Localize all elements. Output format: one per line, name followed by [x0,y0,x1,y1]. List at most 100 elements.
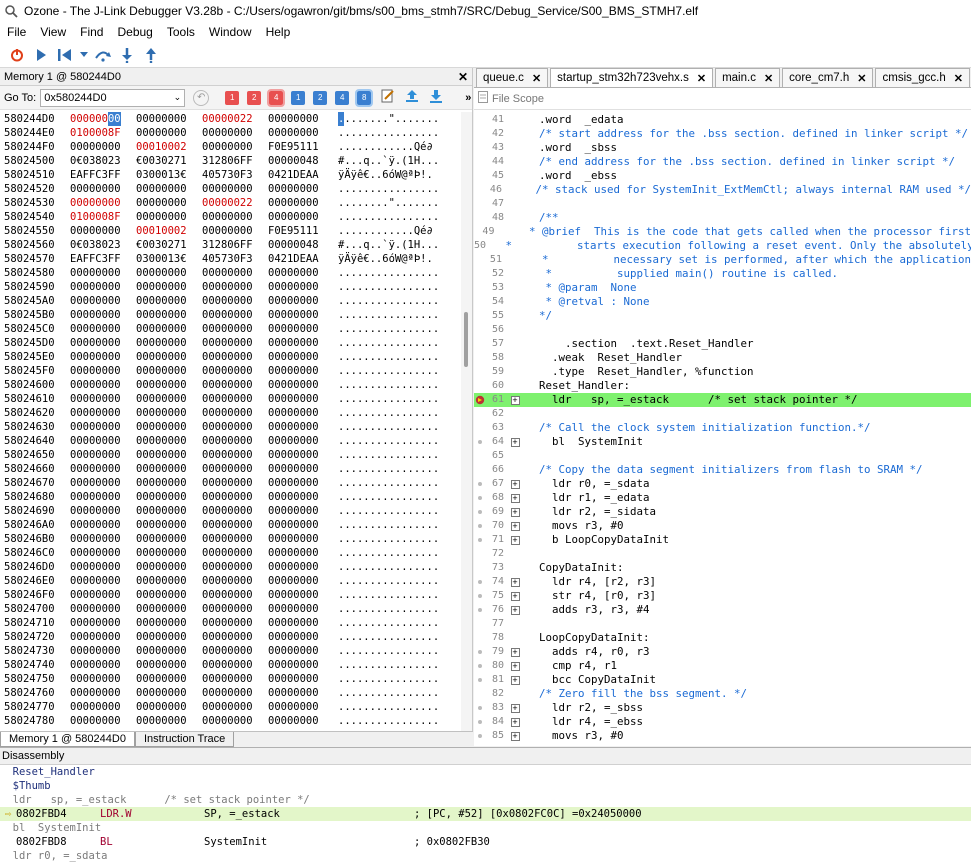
memory-word[interactable]: 00000022 [202,196,268,210]
memory-word[interactable]: 00000000 [70,350,136,364]
memory-word[interactable]: 00000000 [268,658,334,672]
tab-queue-c[interactable]: queue.c ✕ [476,68,549,87]
memory-word[interactable]: 00000000 [70,196,136,210]
memory-word[interactable]: 00000000 [136,406,202,420]
disassembly-instruction[interactable]: ⇨ 0802FBD4 LDR.W SP, =_estack ; [PC, #52] [0… [0,807,971,821]
memory-word[interactable]: 00000000 [136,714,202,728]
memory-word[interactable]: 00000000 [268,672,334,686]
memory-word[interactable]: 00000000 [202,224,268,238]
memory-word[interactable]: 00000000 [202,364,268,378]
memory-word[interactable]: 00000000 [136,210,202,224]
memory-word[interactable]: 00000000 [268,588,334,602]
memory-word[interactable]: 00000000 [70,434,136,448]
memory-word[interactable]: 00000000 [202,644,268,658]
memory-word[interactable]: 312806FF [202,238,268,252]
breakpoint-slot[interactable] [474,295,486,309]
memory-word[interactable]: 00000000 [268,644,334,658]
memory-word[interactable]: 00000000 [70,420,136,434]
expand-icon[interactable]: + [504,659,526,673]
memory-word[interactable]: 00000000 [136,280,202,294]
memory-word[interactable]: 00000000 [202,378,268,392]
breakpoint-slot[interactable] [474,575,486,589]
breakpoint-slot[interactable] [474,365,486,379]
memory-word[interactable]: 405730F3 [202,168,268,182]
memory-word[interactable]: 00000000 [70,224,136,238]
memory-word[interactable]: 00000000 [136,420,202,434]
memory-word[interactable]: 00000000 [202,322,268,336]
breakpoint-slot[interactable] [474,589,486,603]
memory-word[interactable]: €0030271 [136,154,202,168]
expand-icon[interactable]: + [504,575,526,589]
memory-word[interactable]: 00000000 [70,504,136,518]
memory-word[interactable]: 00000000 [136,574,202,588]
memory-word[interactable]: 00000000 [202,532,268,546]
memory-word[interactable]: 00000000 [70,112,136,126]
expand-icon[interactable]: + [504,645,526,659]
memory-word[interactable]: 00000000 [268,504,334,518]
reset-icon[interactable] [56,46,74,64]
memory-word[interactable]: 00000000 [70,308,136,322]
memory-word[interactable]: 00000000 [136,630,202,644]
breakpoint-slot[interactable] [474,197,486,211]
memory-word[interactable]: 00000000 [202,448,268,462]
memory-word[interactable]: 00000000 [268,546,334,560]
memory-scrollbar[interactable] [461,112,472,732]
memory-word[interactable]: 00000000 [136,126,202,140]
memory-word[interactable]: 00000000 [202,392,268,406]
memory-word[interactable]: 00000000 [202,630,268,644]
expand-icon[interactable]: + [504,505,526,519]
breakpoint-slot[interactable] [474,281,486,295]
memory-word[interactable]: 00000000 [202,420,268,434]
disassembly-instruction[interactable]: 0802FBD8 BL SystemInit ; 0x0802FB30 [0,835,971,849]
memory-size-button[interactable]: 4 [335,90,350,105]
memory-word[interactable]: 00000000 [70,588,136,602]
expand-icon[interactable]: + [504,519,526,533]
memory-word[interactable]: 00000000 [268,112,334,126]
breakpoint-slot[interactable] [474,323,486,337]
memory-word[interactable]: 00000000 [136,266,202,280]
memory-word[interactable]: 00000000 [136,644,202,658]
memory-word[interactable]: EAFFC3FF [70,168,136,182]
expand-icon[interactable]: + [504,477,526,491]
memory-word[interactable]: 00000000 [202,210,268,224]
breakpoint-slot[interactable] [474,687,486,701]
memory-word[interactable]: 00000000 [268,266,334,280]
memory-word[interactable]: 00000000 [136,588,202,602]
memory-word[interactable]: 00000022 [202,112,268,126]
tab-main-c[interactable]: main.c ✕ [715,68,781,87]
memory-word[interactable]: 00000000 [268,392,334,406]
memory-word[interactable]: 00000000 [202,350,268,364]
edit-icon[interactable] [381,89,395,106]
download-icon[interactable] [429,89,443,106]
breakpoint-slot[interactable] [474,127,486,141]
memory-word[interactable]: 00000000 [136,350,202,364]
memory-word[interactable]: 00000000 [268,210,334,224]
memory-word[interactable]: 00000000 [202,546,268,560]
memory-word[interactable]: 00000000 [268,336,334,350]
memory-word[interactable]: F0E95111 [268,224,334,238]
menu-item-help[interactable]: Help [259,25,298,39]
breakpoint-slot[interactable] [474,211,486,225]
memory-word[interactable]: 00000000 [70,322,136,336]
memory-word[interactable]: €0030271 [136,238,202,252]
memory-word[interactable]: 00000000 [70,490,136,504]
memory-word[interactable]: 0300013€ [136,252,202,266]
memory-word[interactable]: 00000000 [268,322,334,336]
memory-word[interactable]: 00000000 [136,378,202,392]
memory-word[interactable]: 00000000 [202,126,268,140]
memory-word[interactable]: 00000000 [70,476,136,490]
memory-word[interactable]: 00000000 [136,476,202,490]
breakpoint-slot[interactable] [474,337,486,351]
memory-word[interactable]: 00000000 [70,462,136,476]
memory-word[interactable]: 00000000 [136,658,202,672]
menu-item-view[interactable]: View [33,25,73,39]
memory-word[interactable]: 00000000 [136,602,202,616]
memory-word[interactable]: 0€038023 [70,154,136,168]
expand-icon[interactable]: + [504,491,526,505]
memory-word[interactable]: 00000000 [202,658,268,672]
breakpoint-slot[interactable] [474,407,486,421]
breakpoint-slot[interactable] [474,309,486,323]
memory-word[interactable]: 00000000 [136,336,202,350]
breakpoint-slot[interactable] [474,169,486,183]
more-icon[interactable]: » [465,92,471,104]
